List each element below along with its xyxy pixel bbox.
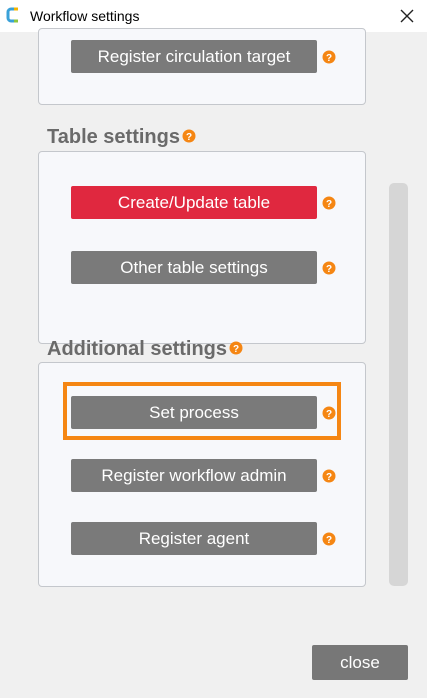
svg-text:?: ? [233, 344, 239, 355]
create-update-table-button[interactable]: Create/Update table [71, 186, 317, 219]
help-icon[interactable]: ? [322, 469, 336, 483]
svg-text:?: ? [326, 53, 332, 64]
svg-text:?: ? [326, 264, 332, 275]
svg-text:?: ? [326, 199, 332, 210]
table-settings-heading: Table settings ? [47, 125, 196, 149]
help-icon[interactable]: ? [182, 129, 196, 143]
help-icon[interactable]: ? [322, 532, 336, 546]
svg-text:?: ? [186, 132, 192, 143]
window-title: Workflow settings [30, 8, 140, 24]
register-circulation-target-button[interactable]: Register circulation target [71, 40, 317, 73]
section-title: Additional settings [47, 338, 227, 360]
set-process-highlight [63, 382, 341, 440]
register-agent-button[interactable]: Register agent [71, 522, 317, 555]
additional-settings-heading: Additional settings ? [47, 337, 243, 361]
help-icon[interactable]: ? [322, 196, 336, 210]
svg-text:?: ? [326, 535, 332, 546]
svg-text:?: ? [326, 472, 332, 483]
register-workflow-admin-button[interactable]: Register workflow admin [71, 459, 317, 492]
section-title: Table settings [47, 126, 180, 148]
scrollbar-thumb[interactable] [389, 183, 408, 586]
table-settings-panel [38, 151, 366, 344]
close-button[interactable]: close [312, 645, 408, 680]
app-logo-icon [6, 7, 18, 23]
close-icon[interactable] [397, 6, 417, 26]
other-table-settings-button[interactable]: Other table settings [71, 251, 317, 284]
help-icon[interactable]: ? [322, 261, 336, 275]
help-icon[interactable]: ? [322, 50, 336, 64]
help-icon[interactable]: ? [229, 341, 243, 355]
